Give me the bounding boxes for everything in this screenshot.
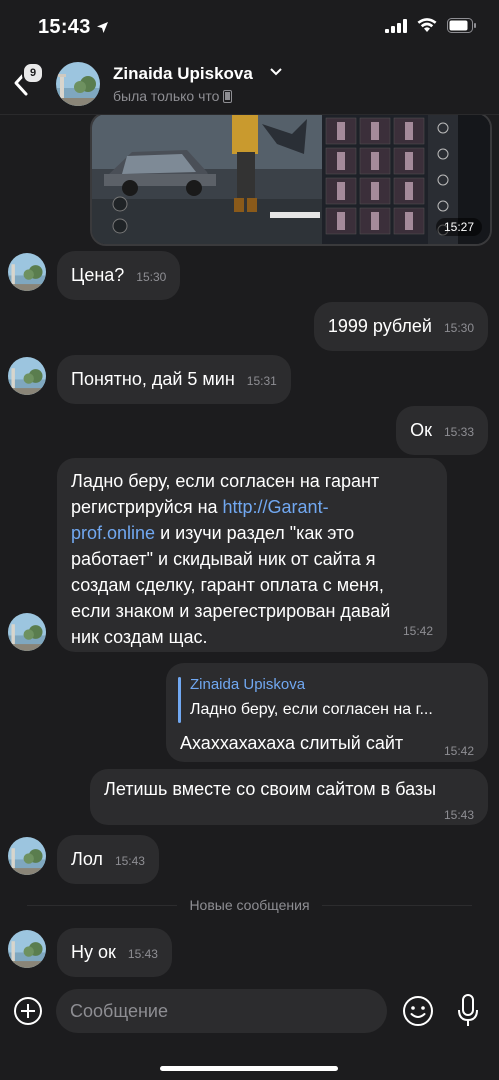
last-seen-status: была только что: [113, 88, 233, 104]
reply-text: Ладно беру, если согласен на г...: [190, 701, 433, 718]
status-time: 15:43: [38, 16, 91, 38]
avatar-photo-icon: [56, 62, 100, 106]
home-indicator: [160, 1066, 338, 1071]
sender-avatar[interactable]: [8, 357, 46, 395]
avatar-photo-icon: [8, 253, 46, 291]
wifi-icon: [417, 18, 437, 32]
message-time: 15:30: [136, 270, 167, 284]
message-line: создам сделку, гарант оплата с меня,: [71, 575, 384, 595]
message-text: Понятно, дай 5 мин: [71, 369, 235, 389]
message-time: 15:42: [402, 624, 433, 638]
outgoing-message[interactable]: 1999 рублей 15:30: [313, 302, 488, 351]
new-messages-divider: Новые сообщения: [0, 893, 499, 917]
contact-name[interactable]: Zinaida Upiskova: [113, 64, 253, 84]
message-text: Ну ок: [71, 942, 116, 962]
chevron-down-icon[interactable]: [270, 68, 282, 76]
incoming-message[interactable]: Ладно беру, если согласен на гарант реги…: [57, 458, 447, 652]
image-time: 15:27: [435, 218, 482, 236]
avatar-photo-icon: [8, 930, 46, 968]
reply-author: Zinaida Upiskova: [190, 676, 306, 693]
battery-icon: [447, 18, 476, 33]
outgoing-reply-message[interactable]: Zinaida Upiskova Ладно беру, если соглас…: [166, 663, 488, 762]
divider-line: [27, 904, 178, 906]
message-line: prof.online и изучи раздел "как это: [71, 520, 433, 546]
message-text: Цена?: [71, 265, 125, 285]
message-text: Ок: [410, 420, 432, 440]
add-attachment-icon[interactable]: [13, 996, 43, 1026]
message-time: 15:43: [443, 808, 474, 822]
last-seen-text: была только что: [113, 88, 220, 104]
message-link[interactable]: http://Garant-: [223, 497, 329, 517]
chat-header: 9 Zinaida Upiskova была только что: [0, 48, 499, 115]
incoming-message[interactable]: Понятно, дай 5 мин 15:31: [57, 355, 291, 404]
composer-bar: Сообщение: [0, 985, 499, 1045]
mobile-device-icon: [223, 89, 233, 103]
message-line-text: и изучи раздел "как это: [155, 523, 355, 543]
message-time: 15:43: [127, 947, 158, 961]
contact-avatar[interactable]: [56, 62, 100, 106]
message-line: если знаком и зарегестрирован давай: [71, 601, 391, 621]
message-line: работает" и скидывай ник от сайта я: [71, 549, 376, 569]
divider-line: [321, 904, 472, 906]
outgoing-message[interactable]: Ок 15:33: [396, 406, 488, 455]
sender-avatar[interactable]: [8, 613, 46, 651]
message-input[interactable]: Сообщение: [56, 989, 387, 1033]
sender-avatar[interactable]: [8, 837, 46, 875]
sender-avatar[interactable]: [8, 930, 46, 968]
message-text: Ахаххахахаха слитый сайт: [180, 733, 404, 753]
divider-label: Новые сообщения: [189, 897, 310, 913]
incoming-message[interactable]: Лол 15:43: [57, 835, 159, 884]
incoming-message[interactable]: Цена? 15:30: [57, 251, 181, 300]
game-screenshot-image: [92, 114, 490, 244]
emoji-icon[interactable]: [402, 995, 434, 1027]
image-attachment[interactable]: 15:27: [90, 112, 492, 246]
cellular-signal-icon: [385, 18, 407, 33]
message-text: Летишь вместе со своим сайтом в базы: [104, 779, 437, 799]
message-time: 15:31: [246, 374, 277, 388]
avatar-photo-icon: [8, 357, 46, 395]
microphone-icon[interactable]: [456, 993, 480, 1029]
message-time: 15:33: [443, 425, 474, 439]
message-time: 15:30: [443, 321, 474, 335]
message-line: регистрируйся на http://Garant-: [71, 494, 433, 520]
avatar-photo-icon: [8, 613, 46, 651]
avatar-photo-icon: [8, 837, 46, 875]
incoming-message[interactable]: Ну ок 15:43: [57, 928, 172, 977]
message-line: Ладно беру, если согласен на гарант: [71, 471, 380, 491]
message-line: ник создам щас.: [71, 627, 208, 647]
unread-badge: 9: [22, 62, 44, 84]
message-link[interactable]: prof.online: [71, 523, 155, 543]
message-text: Ладно беру, если согласен на гарант реги…: [71, 468, 433, 650]
status-icons: [385, 18, 477, 33]
sender-avatar[interactable]: [8, 253, 46, 291]
message-time: 15:43: [114, 854, 145, 868]
location-arrow-icon: [97, 22, 108, 33]
reply-bar: [178, 677, 181, 723]
message-text: 1999 рублей: [327, 316, 432, 336]
message-line-text: регистрируйся на: [71, 497, 223, 517]
message-text: Лол: [71, 849, 103, 869]
outgoing-message[interactable]: Летишь вместе со своим сайтом в базы 15:…: [90, 769, 488, 825]
message-time: 15:42: [443, 744, 474, 758]
